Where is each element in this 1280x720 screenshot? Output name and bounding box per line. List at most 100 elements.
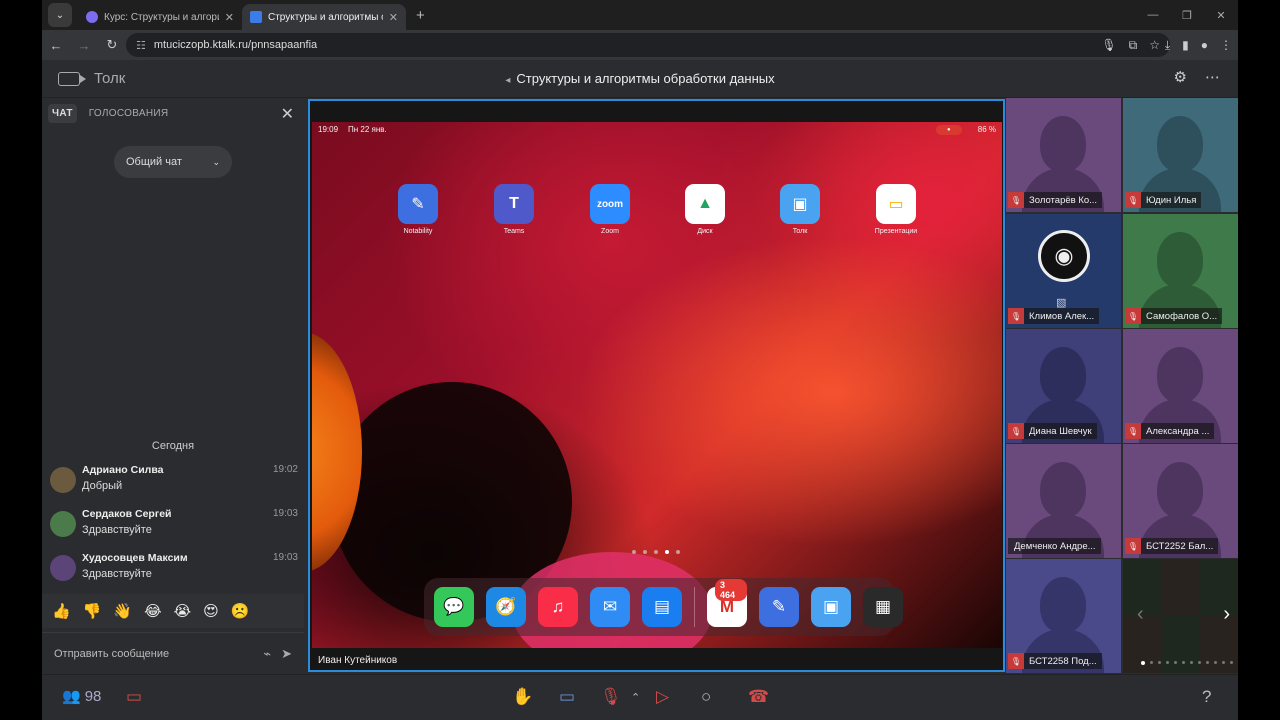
mic-muted-icon[interactable]: 🎙 [600,687,622,707]
reaction-frown[interactable]: ☹️ [231,602,250,620]
maximize-icon[interactable]: ❐ [1170,0,1204,30]
message-time: 19:02 [272,464,298,475]
participant-tile[interactable]: 🎙 Диана Шевчук [1006,329,1121,443]
messages-icon: 💬 [434,587,474,627]
mic-options-chevron-icon[interactable]: ⌃ [631,691,640,704]
ipad-home-screen: 19:09 Пн 22 янв. ● 86 % ✎ Notability T T… [312,122,1002,648]
close-chat-icon[interactable]: ✕ [281,104,294,124]
participant-count: 98 [84,687,102,705]
app-folder-icon: ▦ [863,587,903,627]
sidepanel-icon[interactable]: ▮ [1182,38,1189,52]
participant-name: Александра ... [1146,425,1210,437]
message-text: Добрый [82,480,123,492]
close-window-icon[interactable]: ✕ [1204,0,1238,30]
teams-icon: T [494,184,534,224]
tab-close-icon[interactable]: ✕ [389,11,398,24]
shared-screen: 19:09 Пн 22 янв. ● 86 % ✎ Notability T T… [308,99,1005,672]
app-icon-zoom: zoom Zoom [580,184,640,235]
reaction-laugh[interactable]: 😂 [144,602,162,620]
drive-icon: ▲ [685,184,725,224]
avatar-silhouette [1040,347,1086,403]
tab-polls[interactable]: ГОЛОСОВАНИЯ [85,104,173,123]
participant-grid: 🎙 Золотарёв Ко... 🎙 Юдин Илья ◉ ▧ 🎙 Климов … [1006,98,1238,674]
reaction-thumbs-up[interactable]: 👍 [52,602,71,620]
page-indicator [632,550,680,554]
attach-paperclip-icon[interactable]: ⌁ [263,646,271,662]
participant-tile[interactable]: 🎙 Александра ... [1123,329,1238,443]
previous-page-chevron-icon[interactable]: ‹ [1137,603,1144,626]
url-text: mtuciczopb.ktalk.ru/pnnsapaanfia [153,39,318,51]
site-settings-icon[interactable]: ☷ [136,39,146,52]
tab-search-icon[interactable]: ⌄ [48,3,72,27]
hang-up-icon[interactable]: ☎ [748,687,769,707]
presenter-label: Иван Кутейников [312,651,404,669]
window-controls: — ❐ ✕ [1136,0,1238,30]
message-author: Худосовцев Максим [82,552,188,564]
participant-tile[interactable]: 🎙 Юдин Илья [1123,98,1238,212]
reaction-thumbs-down[interactable]: 👎 [83,602,102,620]
participant-name: Золотарёв Ко... [1029,194,1098,206]
participant-tile[interactable]: ◉ ▧ 🎙 Климов Алек... [1006,214,1121,328]
minimize-icon[interactable]: — [1136,0,1170,30]
avatar [50,467,76,493]
settings-gear-icon[interactable]: ⚙ [1174,68,1187,86]
app-label: Teams [503,228,525,235]
mic-muted-icon: 🎙 [1125,538,1141,554]
record-circle-icon[interactable]: ○ [701,687,711,707]
message-time: 19:03 [272,552,298,563]
url-bar[interactable]: ☷ mtuciczopb.ktalk.ru/pnnsapaanfia 🎙 ⧉ ☆ [126,33,1170,57]
help-button[interactable]: ? [1202,687,1211,707]
profile-icon[interactable]: ● [1201,38,1208,52]
participant-name: Диана Шевчук [1029,425,1092,437]
gmail-icon: M 3 464 [707,579,747,627]
participant-tile[interactable]: 🎙 Золотарёв Ко... [1006,98,1121,212]
reaction-wave[interactable]: 👋 [113,602,132,620]
chat-bubble-icon[interactable]: ▭ [126,687,142,707]
people-icon: 👥 [62,688,81,705]
chat-channel-select[interactable]: Общий чат ⌄ [114,146,232,178]
more-options-icon[interactable]: ⋯ [1205,68,1220,86]
reaction-cry[interactable]: 😭 [174,602,192,620]
participant-tile[interactable]: 🎙 Самофалов О... [1123,214,1238,328]
participant-name: Юдин Илья [1146,194,1197,206]
app-icon-slides: ▭ Презентации [866,184,926,235]
participant-tile[interactable]: Демченко Андре... [1006,444,1121,558]
browser-tab-2[interactable]: Структуры и алгоритмы о ✕ [242,4,406,30]
reload-icon[interactable]: ↻ [98,37,126,53]
tab-close-icon[interactable]: ✕ [225,11,234,24]
participant-tile[interactable]: 🎙 БСТ2252 Бал... [1123,444,1238,558]
bookmark-star-icon[interactable]: ☆ [1149,38,1160,53]
participant-tile[interactable]: 🎙 БСТ2258 Под... [1006,559,1121,673]
screen-share-icon[interactable]: ▭ [559,687,575,707]
avatar-silhouette [1040,116,1086,172]
participants-button[interactable]: 👥 98 [62,687,102,706]
back-icon[interactable]: ← [42,38,70,53]
cast-icon[interactable]: ⧉ [1129,38,1138,53]
browser-menu-icon[interactable]: ⋮ [1220,38,1232,52]
new-tab-icon[interactable]: + [416,7,425,24]
page-dot [643,550,647,554]
browser-tab-1[interactable]: Курс: Структуры и алгоритмы ✕ [78,4,242,30]
avatar-silhouette [1040,462,1086,518]
tab-chat[interactable]: ЧАТ [48,104,77,123]
app-icon-drive: ▲ Диск [675,184,735,235]
chat-message: Адриано Силва 19:02 Добрый [50,464,298,500]
tab-title: Структуры и алгоритмы о [268,11,383,23]
download-icon[interactable]: ⤓ [1165,38,1170,53]
camera-warning-icon[interactable]: ▷ [656,687,669,707]
reaction-heart-eyes[interactable]: 😍 [203,602,219,620]
notability-icon: ✎ [398,184,438,224]
notability-icon: ✎ [759,587,799,627]
obs-logo-icon: ◉ [1038,230,1090,282]
chat-message: Сердаков Сергей 19:03 Здравствуйте [50,508,298,544]
mic-muted-icon: 🎙 [1008,423,1024,439]
next-page-chevron-icon[interactable]: › [1223,603,1230,626]
raise-hand-icon[interactable]: ✋ [512,687,533,707]
megaphone-icon: ◂ [505,75,511,86]
message-input[interactable]: Отправить сообщение ⌁ ➤ [42,632,304,674]
participant-name: БСТ2252 Бал... [1146,540,1214,552]
microphone-icon[interactable]: 🎙 [1101,38,1116,53]
forward-icon[interactable]: → [70,38,98,53]
send-icon[interactable]: ➤ [281,646,292,662]
tolk-icon: ▣ [811,587,851,627]
